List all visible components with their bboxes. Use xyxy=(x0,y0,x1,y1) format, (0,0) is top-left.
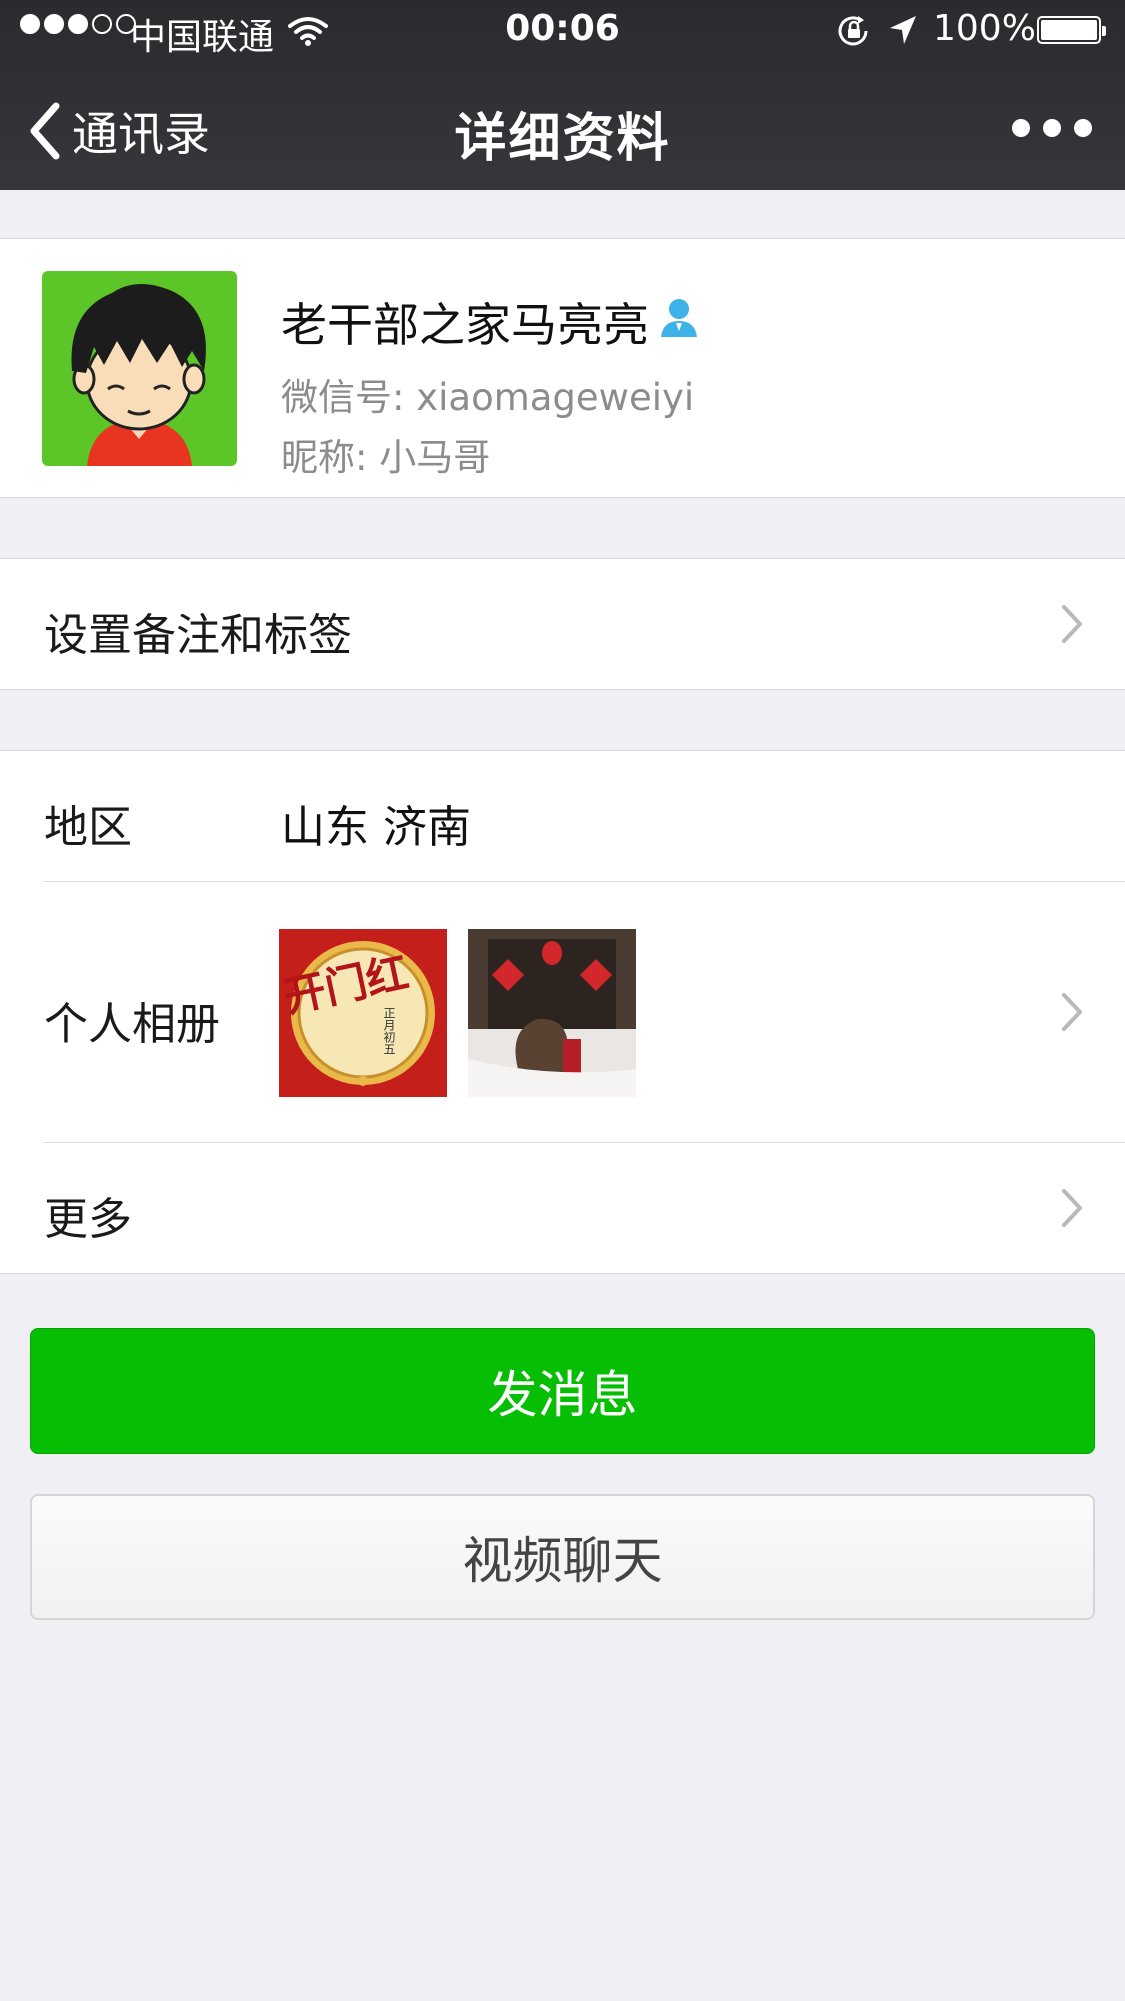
battery-percent: 100% xyxy=(933,8,1036,49)
region-label: 地区 xyxy=(44,802,132,853)
profile-card: 老干部之家马亮亮 微信号: xiaomageweiyi 昵称: 小马哥 xyxy=(0,238,1125,498)
album-label: 个人相册 xyxy=(44,999,220,1050)
set-remark-tags-label: 设置备注和标签 xyxy=(44,610,352,661)
album-thumbnail[interactable]: 开门红 正月初五 xyxy=(279,929,447,1097)
nickname: 昵称: 小马哥 xyxy=(281,436,491,479)
album-thumb-text-sub: 正月初五 xyxy=(382,1007,396,1055)
more-dots-icon[interactable] xyxy=(1012,110,1092,146)
chevron-right-icon xyxy=(1062,993,1082,1031)
page-title: 详细资料 xyxy=(454,109,671,169)
more-label: 更多 xyxy=(44,1194,132,1245)
contact-name: 老干部之家马亮亮 xyxy=(281,298,649,352)
rotation-lock-icon xyxy=(836,14,872,57)
region-value: 山东 济南 xyxy=(281,802,471,853)
chevron-right-icon xyxy=(1062,1189,1082,1227)
status-bar: 中国联通 00:06 100% xyxy=(0,0,1125,62)
verified-user-icon xyxy=(657,295,701,350)
wechat-id: 微信号: xiaomageweiyi xyxy=(281,376,695,419)
album-row[interactable]: 个人相册 开门红 正月初五 xyxy=(0,882,1125,1142)
battery-icon xyxy=(1037,16,1106,44)
send-message-button[interactable]: 发消息 xyxy=(30,1328,1095,1454)
set-remark-tags-row[interactable]: 设置备注和标签 xyxy=(0,558,1125,690)
location-arrow-icon xyxy=(888,14,918,55)
video-chat-button[interactable]: 视频聊天 xyxy=(30,1494,1095,1620)
top-bar: 中国联通 00:06 100% 通讯录 详细资料 xyxy=(0,0,1125,190)
avatar[interactable] xyxy=(42,271,237,466)
region-row: 地区 山东 济南 xyxy=(0,751,1125,881)
more-row[interactable]: 更多 xyxy=(0,1143,1125,1273)
contact-name-row: 老干部之家马亮亮 xyxy=(281,289,701,355)
album-thumbnail[interactable] xyxy=(468,929,636,1097)
info-group: 地区 山东 济南 个人相册 开门红 正月初五 更多 xyxy=(0,750,1125,1274)
chevron-right-icon xyxy=(1062,605,1082,643)
